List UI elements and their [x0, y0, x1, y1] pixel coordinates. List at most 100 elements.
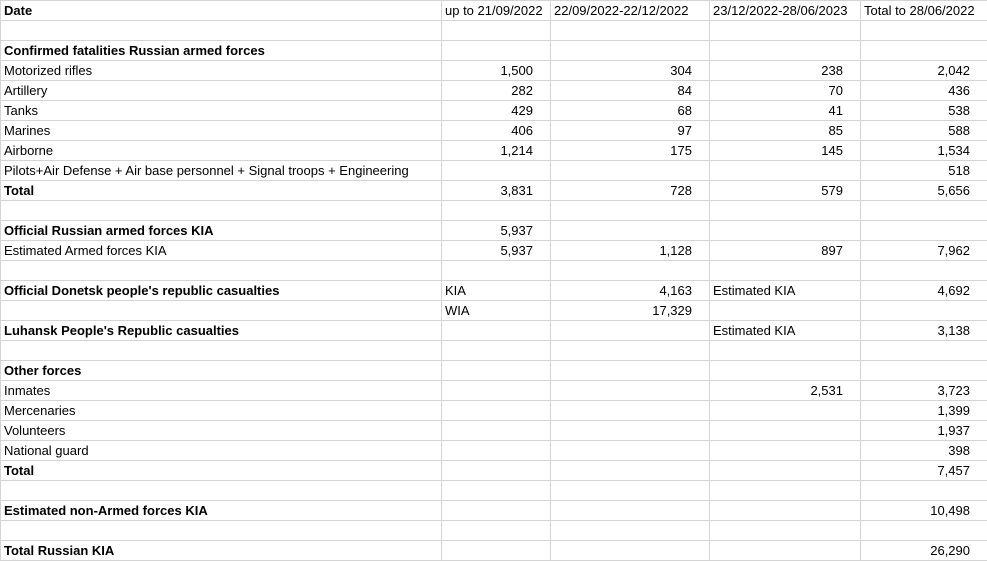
value-cell[interactable]: 897 — [709, 240, 861, 261]
value-cell[interactable] — [441, 160, 551, 181]
value-cell[interactable] — [441, 540, 551, 561]
empty-cell[interactable] — [550, 520, 710, 541]
value-cell[interactable]: Estimated KIA — [709, 280, 861, 301]
value-cell[interactable] — [441, 500, 551, 521]
value-cell[interactable]: 5,937 — [441, 220, 551, 241]
value-cell[interactable] — [709, 220, 861, 241]
section-label-cell[interactable]: Confirmed fatalities Russian armed force… — [0, 40, 442, 61]
value-cell[interactable]: 2,531 — [709, 380, 861, 401]
value-cell[interactable]: WIA — [441, 300, 551, 321]
row-label-cell[interactable]: Artillery — [0, 80, 442, 101]
row-label-cell[interactable]: Volunteers — [0, 420, 442, 441]
value-cell[interactable]: 85 — [709, 120, 861, 141]
value-cell[interactable]: 282 — [441, 80, 551, 101]
row-label-cell[interactable]: Total Russian KIA — [0, 540, 442, 561]
value-cell[interactable] — [550, 500, 710, 521]
empty-cell[interactable] — [0, 340, 442, 361]
value-cell[interactable]: 238 — [709, 60, 861, 81]
value-cell[interactable] — [550, 220, 710, 241]
value-cell[interactable]: 68 — [550, 100, 710, 121]
value-cell[interactable] — [709, 420, 861, 441]
empty-cell[interactable] — [709, 40, 861, 61]
value-cell[interactable]: 5,656 — [860, 180, 987, 201]
row-label-cell[interactable] — [0, 300, 442, 321]
row-label-cell[interactable]: Marines — [0, 120, 442, 141]
value-cell[interactable]: KIA — [441, 280, 551, 301]
empty-cell[interactable] — [860, 200, 987, 221]
empty-cell[interactable] — [860, 480, 987, 501]
row-label-cell[interactable]: Mercenaries — [0, 400, 442, 421]
empty-cell[interactable] — [709, 360, 861, 381]
empty-cell[interactable] — [860, 340, 987, 361]
header-cell-date[interactable]: Date — [0, 0, 442, 21]
value-cell[interactable] — [441, 320, 551, 341]
empty-cell[interactable] — [441, 360, 551, 381]
empty-cell[interactable] — [0, 200, 442, 221]
value-cell[interactable]: 436 — [860, 80, 987, 101]
value-cell[interactable]: 10,498 — [860, 500, 987, 521]
empty-cell[interactable] — [709, 20, 861, 41]
empty-cell[interactable] — [550, 340, 710, 361]
value-cell[interactable] — [441, 400, 551, 421]
row-label-cell[interactable]: Estimated Armed forces KIA — [0, 240, 442, 261]
section-label-cell[interactable]: Other forces — [0, 360, 442, 381]
value-cell[interactable]: 145 — [709, 140, 861, 161]
value-cell[interactable] — [709, 160, 861, 181]
value-cell[interactable] — [441, 420, 551, 441]
value-cell[interactable] — [550, 380, 710, 401]
value-cell[interactable]: 728 — [550, 180, 710, 201]
value-cell[interactable] — [550, 440, 710, 461]
value-cell[interactable] — [550, 460, 710, 481]
value-cell[interactable] — [709, 300, 861, 321]
empty-cell[interactable] — [0, 20, 442, 41]
empty-cell[interactable] — [441, 40, 551, 61]
empty-cell[interactable] — [550, 260, 710, 281]
empty-cell[interactable] — [0, 480, 442, 501]
value-cell[interactable]: 3,723 — [860, 380, 987, 401]
value-cell[interactable]: 41 — [709, 100, 861, 121]
value-cell[interactable] — [709, 500, 861, 521]
value-cell[interactable]: 304 — [550, 60, 710, 81]
header-cell-period-3[interactable]: 23/12/2022-28/06/2023 — [709, 0, 861, 21]
empty-cell[interactable] — [709, 340, 861, 361]
row-label-cell[interactable]: National guard — [0, 440, 442, 461]
value-cell[interactable]: 3,831 — [441, 180, 551, 201]
empty-cell[interactable] — [860, 20, 987, 41]
value-cell[interactable]: 4,163 — [550, 280, 710, 301]
value-cell[interactable]: 429 — [441, 100, 551, 121]
row-label-cell[interactable]: Luhansk People's Republic casualties — [0, 320, 442, 341]
value-cell[interactable] — [550, 540, 710, 561]
value-cell[interactable]: 2,042 — [860, 60, 987, 81]
value-cell[interactable] — [550, 320, 710, 341]
header-cell-period-1[interactable]: up to 21/09/2022 — [441, 0, 551, 21]
value-cell[interactable] — [441, 460, 551, 481]
empty-cell[interactable] — [441, 520, 551, 541]
row-label-cell[interactable]: Inmates — [0, 380, 442, 401]
row-label-cell[interactable]: Official Donetsk people's republic casua… — [0, 280, 442, 301]
value-cell[interactable] — [709, 460, 861, 481]
value-cell[interactable]: Estimated KIA — [709, 320, 861, 341]
value-cell[interactable]: 538 — [860, 100, 987, 121]
header-cell-period-2[interactable]: 22/09/2022-22/12/2022 — [550, 0, 710, 21]
value-cell[interactable]: 1,128 — [550, 240, 710, 261]
row-label-cell[interactable]: Official Russian armed forces KIA — [0, 220, 442, 241]
value-cell[interactable]: 406 — [441, 120, 551, 141]
value-cell[interactable]: 5,937 — [441, 240, 551, 261]
value-cell[interactable] — [441, 380, 551, 401]
value-cell[interactable]: 7,962 — [860, 240, 987, 261]
value-cell[interactable] — [860, 220, 987, 241]
empty-cell[interactable] — [550, 200, 710, 221]
value-cell[interactable] — [709, 440, 861, 461]
value-cell[interactable] — [441, 440, 551, 461]
value-cell[interactable]: 84 — [550, 80, 710, 101]
value-cell[interactable]: 175 — [550, 140, 710, 161]
row-label-cell[interactable]: Estimated non-Armed forces KIA — [0, 500, 442, 521]
empty-cell[interactable] — [441, 260, 551, 281]
row-label-cell[interactable]: Total — [0, 180, 442, 201]
empty-cell[interactable] — [550, 360, 710, 381]
value-cell[interactable] — [860, 300, 987, 321]
empty-cell[interactable] — [860, 260, 987, 281]
row-label-cell[interactable]: Pilots+Air Defense + Air base personnel … — [0, 160, 442, 181]
value-cell[interactable]: 26,290 — [860, 540, 987, 561]
empty-cell[interactable] — [441, 340, 551, 361]
